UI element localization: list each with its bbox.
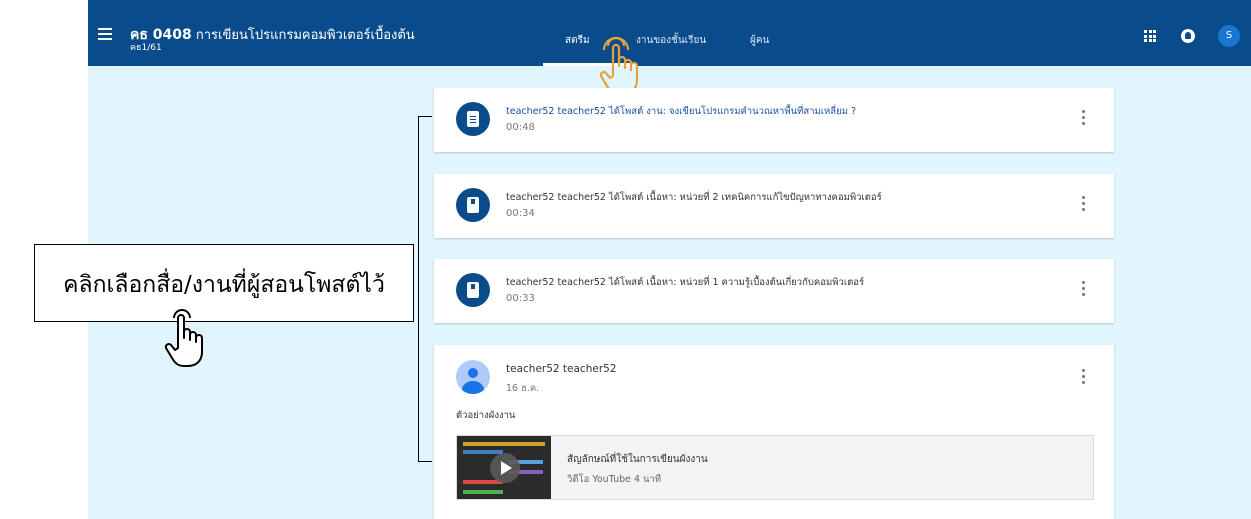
post-time: 00:33 bbox=[506, 293, 535, 304]
announcement-text: ตัวอย่างผังงาน bbox=[456, 410, 516, 421]
book-icon bbox=[456, 188, 490, 222]
announcement-card: teacher52 teacher52 16 ธ.ค. ตัวอย่างผังง… bbox=[434, 345, 1114, 519]
tab-people[interactable]: ผู้คน bbox=[750, 33, 769, 48]
book-icon bbox=[456, 273, 490, 307]
more-options-icon[interactable] bbox=[1082, 110, 1085, 125]
announcement-author: teacher52 teacher52 bbox=[506, 363, 617, 375]
tab-classwork[interactable]: งานของชั้นเรียน bbox=[636, 33, 706, 48]
top-app-bar: คธ 0408 การเขียนโปรแกรมคอมพิวเตอร์เบื้อง… bbox=[88, 0, 1251, 66]
menu-icon[interactable] bbox=[98, 28, 112, 40]
post-card-material[interactable]: teacher52 teacher52 ได้โพสต์ เนื้อหา: หน… bbox=[434, 174, 1114, 238]
apps-grid-icon[interactable] bbox=[1144, 30, 1156, 42]
attachment-subtitle: วิดีโอ YouTube 4 นาที bbox=[567, 474, 662, 485]
instruction-callout: คลิกเลือกสื่อ/งานที่ผู้สอนโพสต์ไว้ bbox=[34, 244, 414, 322]
more-options-icon[interactable] bbox=[1082, 281, 1085, 296]
post-card-assignment[interactable]: teacher52 teacher52 ได้โพสต์ งาน: จงเขีย… bbox=[434, 88, 1114, 152]
course-title[interactable]: คธ 0408 การเขียนโปรแกรมคอมพิวเตอร์เบื้อง… bbox=[130, 24, 415, 46]
pointer-hand-icon bbox=[164, 309, 203, 367]
course-name: การเขียนโปรแกรมคอมพิวเตอร์เบื้องต้น bbox=[195, 28, 415, 43]
assignment-icon bbox=[456, 102, 490, 136]
more-options-icon[interactable] bbox=[1082, 369, 1085, 384]
announcement-date: 16 ธ.ค. bbox=[506, 383, 540, 394]
course-section: คธ1/61 bbox=[130, 43, 162, 53]
post-time: 00:34 bbox=[506, 208, 535, 219]
post-title[interactable]: teacher52 teacher52 ได้โพสต์ เนื้อหา: หน… bbox=[506, 190, 882, 205]
post-card-material[interactable]: teacher52 teacher52 ได้โพสต์ เนื้อหา: หน… bbox=[434, 259, 1114, 323]
post-title[interactable]: teacher52 teacher52 ได้โพสต์ งาน: จงเขีย… bbox=[506, 104, 856, 119]
account-avatar[interactable]: S bbox=[1218, 25, 1240, 47]
post-title[interactable]: teacher52 teacher52 ได้โพสต์ เนื้อหา: หน… bbox=[506, 275, 864, 290]
post-time: 00:48 bbox=[506, 122, 535, 133]
play-icon[interactable] bbox=[490, 453, 520, 483]
attachment-title: สัญลักษณ์ที่ใช้ในการเขียนผังงาน bbox=[567, 454, 708, 465]
more-options-icon[interactable] bbox=[1082, 196, 1085, 211]
tab-stream[interactable]: สตรีม bbox=[565, 33, 590, 48]
callout-text: คลิกเลือกสื่อ/งานที่ผู้สอนโพสต์ไว้ bbox=[63, 272, 385, 298]
notifications-icon[interactable] bbox=[1181, 29, 1195, 43]
video-thumbnail bbox=[457, 436, 551, 499]
annotation-bracket bbox=[418, 116, 432, 462]
user-avatar bbox=[456, 360, 490, 394]
video-attachment[interactable]: สัญลักษณ์ที่ใช้ในการเขียนผังงาน วิดีโอ Y… bbox=[456, 435, 1094, 500]
